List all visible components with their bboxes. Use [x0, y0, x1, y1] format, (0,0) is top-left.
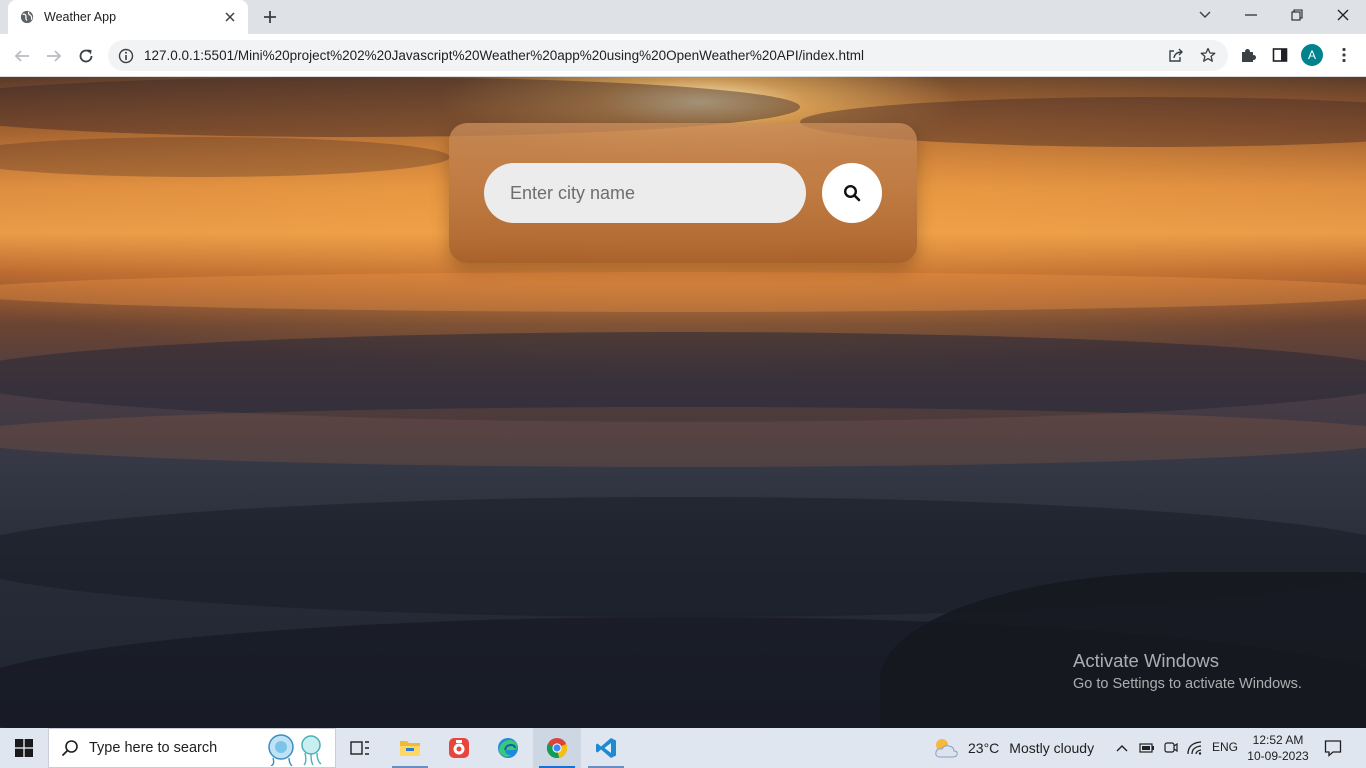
taskbar-weather-widget[interactable]: 23°C Mostly cloudy: [932, 728, 1094, 768]
address-bar[interactable]: 127.0.0.1:5501/Mini%20project%202%20Java…: [108, 40, 1228, 71]
search-button[interactable]: [822, 163, 882, 223]
taskbar-search-box[interactable]: Type here to search: [48, 728, 336, 768]
restore-icon[interactable]: [1274, 0, 1320, 30]
reload-icon[interactable]: [72, 42, 100, 70]
browser-toolbar: 127.0.0.1:5501/Mini%20project%202%20Java…: [0, 34, 1366, 77]
language-indicator[interactable]: ENG: [1212, 740, 1238, 754]
plus-icon[interactable]: [258, 6, 282, 28]
clock-date: 10-09-2023: [1247, 749, 1309, 763]
watermark-subtitle: Go to Settings to activate Windows.: [1073, 676, 1302, 692]
globe-icon: [20, 10, 34, 24]
taskbar-search-placeholder: Type here to search: [89, 740, 218, 756]
weather-search-card: [449, 123, 917, 263]
edge-browser-icon[interactable]: [484, 728, 532, 768]
cloud-sea-band: [0, 272, 1366, 312]
partly-cloudy-icon: [932, 737, 960, 759]
puzzle-icon[interactable]: [1237, 44, 1259, 66]
star-icon[interactable]: [1197, 44, 1219, 66]
search-icon: [61, 739, 79, 757]
task-view-icon[interactable]: [336, 728, 384, 768]
minimize-icon[interactable]: [1228, 0, 1274, 30]
forward-arrow-icon[interactable]: [40, 42, 68, 70]
windows-start-icon[interactable]: [0, 728, 48, 768]
vscode-icon[interactable]: [582, 728, 630, 768]
browser-tab-active[interactable]: Weather App: [8, 0, 248, 34]
meet-now-icon[interactable]: [1161, 738, 1181, 758]
windows-taskbar: Type here to search 23°C Mostly cloudy E…: [0, 728, 1366, 768]
search-highlight-image: [261, 732, 333, 767]
browser-tabstrip: Weather App: [0, 0, 1366, 34]
cloud-sea-band: [0, 407, 1366, 467]
taskbar-clock[interactable]: 12:52 AM 10-09-2023: [1246, 732, 1310, 764]
info-icon[interactable]: [118, 48, 134, 64]
page-viewport: Activate Windows Go to Settings to activ…: [0, 77, 1366, 728]
wifi-icon[interactable]: [1185, 738, 1205, 758]
url-text: 127.0.0.1:5501/Mini%20project%202%20Java…: [144, 48, 864, 63]
weather-temperature: 23°C: [968, 740, 1000, 756]
profile-avatar[interactable]: A: [1301, 44, 1323, 66]
dark-cloud-streak: [0, 137, 450, 177]
chrome-browser-icon[interactable]: [533, 728, 581, 768]
weather-condition: Mostly cloudy: [1009, 740, 1095, 756]
city-search-input[interactable]: [484, 163, 806, 223]
back-arrow-icon[interactable]: [8, 42, 36, 70]
search-icon: [843, 184, 861, 202]
tab-title: Weather App: [44, 10, 117, 24]
watermark-title: Activate Windows: [1073, 650, 1219, 671]
file-explorer-icon[interactable]: [386, 728, 434, 768]
screen-recorder-icon[interactable]: [435, 728, 483, 768]
share-icon[interactable]: [1165, 44, 1187, 66]
battery-icon[interactable]: [1137, 738, 1157, 758]
close-icon[interactable]: [222, 9, 238, 25]
clock-time: 12:52 AM: [1252, 733, 1304, 747]
activation-watermark: Activate Windows Go to Settings to activ…: [1073, 650, 1302, 692]
more-vert-icon[interactable]: [1333, 44, 1355, 66]
sidebar-icon[interactable]: [1269, 44, 1291, 66]
window-close-icon[interactable]: [1320, 0, 1366, 30]
chevron-up-icon[interactable]: [1112, 738, 1132, 758]
notification-icon[interactable]: [1322, 737, 1344, 759]
chevron-down-icon[interactable]: [1182, 0, 1228, 30]
